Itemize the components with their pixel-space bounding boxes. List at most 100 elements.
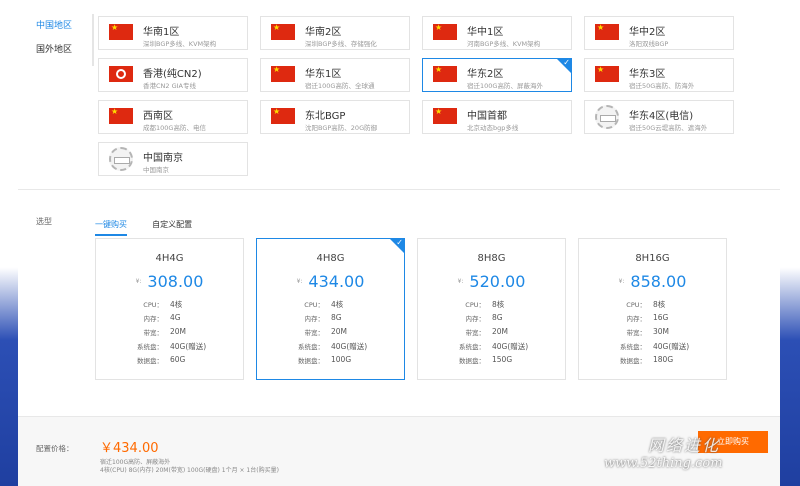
spec-key: 内存： bbox=[626, 315, 647, 323]
price-label: 配置价格： bbox=[36, 444, 74, 453]
region-section: 中国地区 国外地区 ★ 华南1区 深圳BGP多线、KVM架构 ★ 华南2区 深圳… bbox=[18, 0, 780, 190]
plan-card-8h8g[interactable]: 8H8G ¥: 520.00 CPU： 8核 内存： 8G 带宽： 20M 系统盘： 40… bbox=[417, 238, 566, 380]
spec-value: 20M bbox=[170, 327, 187, 336]
region-desc: 宿迁50G高防、防海外 bbox=[629, 82, 695, 90]
spec-key: CPU： bbox=[626, 301, 646, 309]
plan-card-4h8g[interactable]: ✓ 4H8G ¥: 434.00 CPU： 4核 内存： 8G 带宽： 20M 系统盘：… bbox=[256, 238, 405, 380]
china-flag-icon: ★ bbox=[433, 66, 457, 82]
stamp-icon bbox=[109, 147, 133, 171]
spec-key: CPU： bbox=[465, 301, 485, 309]
region-tabs: 中国地区 国外地区 bbox=[18, 14, 94, 66]
plan-price-wrap: ¥: 520.00 bbox=[418, 271, 565, 291]
region-name: 西南区 bbox=[143, 111, 173, 122]
region-card-huazhong-2[interactable]: ★ 华中2区 洛阳双线BGP bbox=[584, 16, 734, 50]
region-desc: 宿迁50G云堤高防、遮海外 bbox=[629, 124, 708, 132]
spec-value: 40G(赠送) bbox=[331, 342, 368, 351]
currency-symbol: ¥: bbox=[457, 278, 464, 285]
china-flag-icon: ★ bbox=[109, 24, 133, 40]
plan-price: 520.00 bbox=[469, 272, 526, 291]
spec-value: 20M bbox=[331, 327, 348, 336]
plan-price-wrap: ¥: 434.00 bbox=[257, 271, 404, 291]
currency-symbol: ¥: bbox=[296, 278, 303, 285]
region-card-huanan-1[interactable]: ★ 华南1区 深圳BGP多线、KVM架构 bbox=[98, 16, 248, 50]
tab-custom-config[interactable]: 自定义配置 bbox=[152, 219, 192, 234]
region-card-huadong-2[interactable]: ★ 华东2区 宿迁100G高防、屏蔽海外 ✓ bbox=[422, 58, 572, 92]
model-label: 选型 bbox=[36, 217, 52, 226]
region-name: 华东2区 bbox=[467, 69, 504, 80]
price-footer: 配置价格： ￥434.00 宿迁100G高防、屏蔽海外 4核(CPU) 8G(内… bbox=[18, 416, 780, 486]
spec-key: 内存： bbox=[465, 315, 486, 323]
config-summary: 4核(CPU) 8G(内存) 20M(带宽) 100G(硬盘) 1个月 × 1台… bbox=[100, 467, 279, 474]
spec-key: 带宽： bbox=[304, 329, 325, 337]
spec-value: 180G bbox=[653, 355, 674, 364]
spec-value: 40G(赠送) bbox=[492, 342, 529, 351]
plan-price-wrap: ¥: 858.00 bbox=[579, 271, 726, 291]
region-name: 华中1区 bbox=[467, 27, 504, 38]
spec-value: 30M bbox=[653, 327, 670, 336]
model-tabs: 一键购买 自定义配置 bbox=[95, 212, 212, 236]
plan-price-wrap: ¥: 308.00 bbox=[96, 271, 243, 291]
region-name: 华南2区 bbox=[305, 27, 342, 38]
buy-now-button[interactable]: 立即购买 bbox=[698, 431, 768, 453]
region-name: 华南1区 bbox=[143, 27, 180, 38]
spec-key: 数据盘： bbox=[620, 357, 646, 365]
china-flag-icon: ★ bbox=[433, 24, 457, 40]
spec-key: 数据盘： bbox=[137, 357, 163, 365]
spec-key: 内存： bbox=[143, 315, 164, 323]
tab-overseas-region[interactable]: 国外地区 bbox=[18, 38, 92, 62]
china-flag-icon: ★ bbox=[109, 108, 133, 124]
spec-value: 4核 bbox=[170, 300, 183, 309]
hong-kong-flag-icon bbox=[109, 66, 133, 82]
spec-value: 8G bbox=[492, 313, 503, 322]
china-flag-icon: ★ bbox=[595, 24, 619, 40]
china-flag-icon: ★ bbox=[271, 108, 295, 124]
tab-quick-buy[interactable]: 一键购买 bbox=[95, 219, 127, 236]
region-name: 中国南京 bbox=[143, 153, 183, 164]
region-card-xinan[interactable]: ★ 西南区 成都100G高防、电信 bbox=[98, 100, 248, 134]
region-name: 华东4区(电信) bbox=[629, 111, 694, 122]
china-flag-icon: ★ bbox=[595, 66, 619, 82]
spec-key: 数据盘： bbox=[459, 357, 485, 365]
region-card-huadong-4[interactable]: 华东4区(电信) 宿迁50G云堤高防、遮海外 bbox=[584, 100, 734, 134]
region-card-huanan-2[interactable]: ★ 华南2区 深圳BGP多线、存储强化 bbox=[260, 16, 410, 50]
spec-key: 数据盘： bbox=[298, 357, 324, 365]
left-background-band bbox=[0, 0, 20, 486]
spec-value: 8核 bbox=[492, 300, 505, 309]
region-card-hongkong[interactable]: 香港(纯CN2) 香港CN2 GIA专线 bbox=[98, 58, 248, 92]
region-card-nanjing[interactable]: 中国南京 中国南京 bbox=[98, 142, 248, 176]
region-name: 华东1区 bbox=[305, 69, 342, 80]
region-name: 东北BGP bbox=[305, 111, 346, 122]
check-icon: ✓ bbox=[396, 238, 403, 247]
region-desc: 宿迁100G高防、全球通 bbox=[305, 82, 375, 90]
plan-card-4h4g[interactable]: 4H4G ¥: 308.00 CPU： 4核 内存： 4G 带宽： 20M 系统盘： 40… bbox=[95, 238, 244, 380]
region-card-huadong-1[interactable]: ★ 华东1区 宿迁100G高防、全球通 bbox=[260, 58, 410, 92]
right-background-band bbox=[780, 0, 800, 486]
region-grid: ★ 华南1区 深圳BGP多线、KVM架构 ★ 华南2区 深圳BGP多线、存储强化… bbox=[98, 16, 734, 176]
spec-value: 60G bbox=[170, 355, 186, 364]
china-flag-icon: ★ bbox=[271, 66, 295, 82]
region-card-huadong-3[interactable]: ★ 华东3区 宿迁50G高防、防海外 bbox=[584, 58, 734, 92]
region-card-shoudu[interactable]: ★ 中国首都 北京动态bgp多线 bbox=[422, 100, 572, 134]
currency-symbol: ¥: bbox=[135, 278, 142, 285]
tab-china-region[interactable]: 中国地区 bbox=[18, 14, 92, 38]
spec-key: 带宽： bbox=[143, 329, 164, 337]
spec-key: 带宽： bbox=[465, 329, 486, 337]
region-desc: 沈阳BGP高防、20G防御 bbox=[305, 124, 378, 132]
stamp-icon bbox=[595, 105, 619, 129]
region-desc: 洛阳双线BGP bbox=[629, 40, 669, 48]
region-desc: 深圳BGP多线、存储强化 bbox=[305, 40, 377, 48]
plan-price: 434.00 bbox=[308, 272, 365, 291]
plan-price: 858.00 bbox=[630, 272, 687, 291]
region-card-huazhong-1[interactable]: ★ 华中1区 河南BGP多线、KVM架构 bbox=[422, 16, 572, 50]
region-name: 中国首都 bbox=[467, 111, 507, 122]
config-panel: 中国地区 国外地区 ★ 华南1区 深圳BGP多线、KVM架构 ★ 华南2区 深圳… bbox=[18, 0, 780, 486]
spec-key: CPU： bbox=[143, 301, 163, 309]
china-flag-icon: ★ bbox=[271, 24, 295, 40]
plan-card-8h16g[interactable]: 8H16G ¥: 858.00 CPU： 8核 内存： 16G 带宽： 30M 系统盘：… bbox=[578, 238, 727, 380]
region-desc: 河南BGP多线、KVM架构 bbox=[467, 40, 541, 48]
plan-title: 4H4G bbox=[155, 253, 184, 264]
check-icon: ✓ bbox=[563, 58, 570, 67]
spec-value: 100G bbox=[331, 355, 352, 364]
region-card-dongbei-bgp[interactable]: ★ 东北BGP 沈阳BGP高防、20G防御 bbox=[260, 100, 410, 134]
spec-key: 系统盘： bbox=[620, 343, 646, 351]
